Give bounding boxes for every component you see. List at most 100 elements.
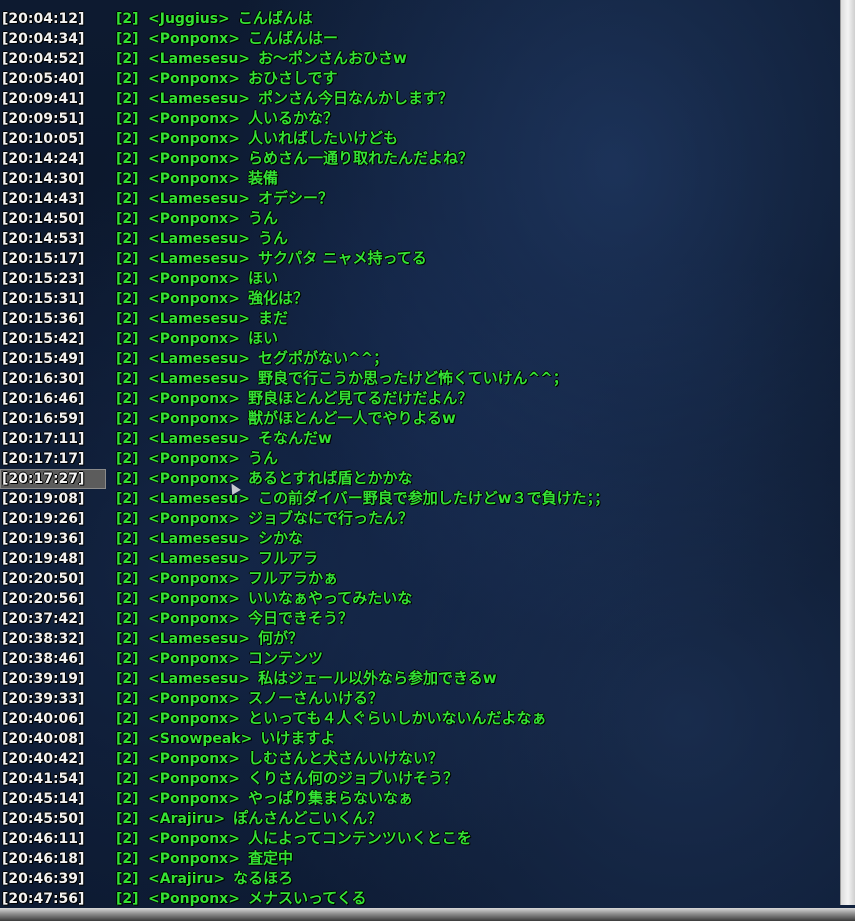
- chat-line[interactable]: [20:17:27] [2] <Ponponx> あるとすれば盾とかかな: [0, 468, 840, 489]
- chat-line[interactable]: [20:04:12] [2] <Juggius> こんばんは: [0, 8, 840, 28]
- chat-channel: [2]: [116, 231, 139, 247]
- chat-message: いいなぁやってみたいな: [247, 589, 413, 607]
- chat-line[interactable]: [20:38:46] [2] <Ponponx> コンテンツ: [0, 648, 840, 668]
- chat-timestamp: [20:20:50]: [2, 571, 85, 587]
- chat-line[interactable]: [20:14:53] [2] <Lamesesu> うん: [0, 228, 840, 248]
- chat-line[interactable]: [20:17:11] [2] <Lamesesu> そなんだw: [0, 428, 840, 448]
- chat-message: あるとすれば盾とかかな: [247, 469, 413, 487]
- chat-line[interactable]: [20:15:42] [2] <Ponponx> ほい: [0, 328, 840, 348]
- chat-line[interactable]: [20:05:40] [2] <Ponponx> おひさしです: [0, 68, 840, 88]
- chat-line[interactable]: [20:15:31] [2] <Ponponx> 強化は？: [0, 288, 840, 308]
- chat-line[interactable]: [20:37:42] [2] <Ponponx> 今日できそう？: [0, 608, 840, 628]
- chat-message: うん: [247, 209, 278, 227]
- chat-message: ほい: [247, 269, 278, 287]
- chat-line[interactable]: [20:46:39] [2] <Arajiru> なるほろ: [0, 868, 840, 888]
- chat-message: ポンさん今日なんかします？: [258, 89, 454, 107]
- chat-line[interactable]: [20:15:17] [2] <Lamesesu> サクパタ ニャメ持ってる: [0, 248, 840, 268]
- chat-message: いけますよ: [260, 729, 336, 747]
- chat-speaker: <Lamesesu>: [148, 431, 251, 447]
- chat-channel: [2]: [116, 811, 139, 827]
- chat-timestamp: [20:15:31]: [2, 291, 85, 307]
- chat-channel: [2]: [116, 451, 139, 467]
- chat-line[interactable]: [20:19:48] [2] <Lamesesu> フルアラ: [0, 548, 840, 568]
- chat-line[interactable]: [20:20:56] [2] <Ponponx> いいなぁやってみたいな: [0, 588, 840, 608]
- chat-channel: [2]: [116, 751, 139, 767]
- chat-line[interactable]: [20:04:52] [2] <Lamesesu> お～ポンさんおひさw: [0, 48, 840, 68]
- chat-line[interactable]: [20:19:26] [2] <Ponponx> ジョブなにで行ったん？: [0, 508, 840, 528]
- chat-line[interactable]: [20:14:24] [2] <Ponponx> らめさん一通り取れたんだよね？: [0, 148, 840, 168]
- chat-speaker: <Ponponx>: [148, 591, 240, 607]
- chat-channel: [2]: [116, 591, 139, 607]
- chat-speaker: <Ponponx>: [148, 651, 240, 667]
- chat-line[interactable]: [20:14:43] [2] <Lamesesu> オデシー？: [0, 188, 840, 208]
- chat-timestamp: [20:10:05]: [2, 131, 85, 147]
- chat-line[interactable]: [20:20:50] [2] <Ponponx> フルアラかぁ: [0, 568, 840, 588]
- chat-line[interactable]: [20:14:30] [2] <Ponponx> 装備: [0, 168, 840, 188]
- chat-line[interactable]: [20:46:18] [2] <Ponponx> 査定中: [0, 848, 840, 868]
- chat-channel: [2]: [116, 91, 139, 107]
- chat-timestamp: [20:16:59]: [2, 411, 85, 427]
- chat-speaker: <Ponponx>: [148, 411, 240, 427]
- chat-timestamp: [20:16:30]: [2, 371, 85, 387]
- chat-line[interactable]: [20:09:51] [2] <Ponponx> 人いるかな？: [0, 108, 840, 128]
- chat-line[interactable]: [20:19:08] [2] <Lamesesu> この前ダイバー野良で参加したけどw…: [0, 488, 840, 508]
- chat-line[interactable]: [20:16:46] [2] <Ponponx> 野良ほとんど見てるだけだよん？: [0, 388, 840, 408]
- chat-line[interactable]: [20:40:08] [2] <Snowpeak> いけますよ: [0, 728, 840, 748]
- chat-channel: [2]: [116, 511, 139, 527]
- chat-log[interactable]: [20:04:12] [2] <Juggius> こんばんは [20:04:34] [2]…: [0, 8, 840, 910]
- chat-speaker: <Ponponx>: [148, 611, 240, 627]
- chat-line[interactable]: [20:14:50] [2] <Ponponx> うん: [0, 208, 840, 228]
- chat-channel: [2]: [116, 391, 139, 407]
- chat-timestamp: [20:09:51]: [2, 111, 85, 127]
- chat-line[interactable]: [20:15:23] [2] <Ponponx> ほい: [0, 268, 840, 288]
- chat-line[interactable]: [20:10:05] [2] <Ponponx> 人いればしたいけども: [0, 128, 840, 148]
- chat-message: まだ: [258, 309, 289, 327]
- chat-timestamp: [20:38:32]: [2, 631, 85, 647]
- chat-message: なるほろ: [233, 869, 294, 887]
- chat-channel: [2]: [116, 31, 139, 47]
- chat-timestamp: [20:46:11]: [2, 831, 85, 847]
- chat-channel: [2]: [116, 251, 139, 267]
- chat-message: フルアラ: [258, 549, 319, 567]
- chat-scrollbar[interactable]: [840, 0, 855, 905]
- chat-line[interactable]: [20:38:32] [2] <Lamesesu> 何が？: [0, 628, 840, 648]
- chat-line[interactable]: [20:09:41] [2] <Lamesesu> ポンさん今日なんかします？: [0, 88, 840, 108]
- chat-line[interactable]: [20:45:50] [2] <Arajiru> ぽんさんどこいくん？: [0, 808, 840, 828]
- chat-line[interactable]: [20:15:49] [2] <Lamesesu> セグポがない^^；: [0, 348, 840, 368]
- chat-message: お～ポンさんおひさw: [258, 49, 407, 67]
- chat-line[interactable]: [20:17:17] [2] <Ponponx> うん: [0, 448, 840, 468]
- chat-line[interactable]: [20:47:56] [2] <Ponponx> メナスいってくる: [0, 888, 840, 908]
- chat-speaker: <Lamesesu>: [148, 191, 251, 207]
- chat-speaker: <Lamesesu>: [148, 631, 251, 647]
- chat-speaker: <Ponponx>: [148, 851, 240, 867]
- chat-line[interactable]: [20:19:36] [2] <Lamesesu> シかな: [0, 528, 840, 548]
- chat-line[interactable]: [20:41:54] [2] <Ponponx> くりさん何のジョブいけそう？: [0, 768, 840, 788]
- chat-timestamp: [20:39:19]: [2, 671, 85, 687]
- chat-line[interactable]: [20:39:33] [2] <Ponponx> スノーさんいける？: [0, 688, 840, 708]
- chat-message: しむさんと犬さんいけない？: [247, 749, 443, 767]
- chat-channel: [2]: [116, 431, 139, 447]
- chat-line[interactable]: [20:39:19] [2] <Lamesesu> 私はジェール以外なら参加できるw: [0, 668, 840, 688]
- game-chat-window: [20:04:12] [2] <Juggius> こんばんは [20:04:34] [2]…: [0, 0, 855, 921]
- chat-timestamp: [20:15:17]: [2, 251, 85, 267]
- chat-speaker: <Juggius>: [148, 11, 230, 27]
- chat-line[interactable]: [20:45:14] [2] <Ponponx> やっぱり集まらないなぁ: [0, 788, 840, 808]
- chat-message: オデシー？: [258, 189, 334, 207]
- chat-line[interactable]: [20:46:11] [2] <Ponponx> 人によってコンテンツいくとこを: [0, 828, 840, 848]
- chat-line[interactable]: [20:16:30] [2] <Lamesesu> 野良で行こうか思ったけど怖くていけ…: [0, 368, 840, 388]
- chat-channel: [2]: [116, 191, 139, 207]
- chat-channel: [2]: [116, 411, 139, 427]
- chat-line[interactable]: [20:04:34] [2] <Ponponx> こんばんはー: [0, 28, 840, 48]
- chat-line[interactable]: [20:40:06] [2] <Ponponx> といっても４人ぐらいしかいないんだよ…: [0, 708, 840, 728]
- chat-timestamp: [20:15:36]: [2, 311, 85, 327]
- chat-speaker: <Arajiru>: [148, 871, 226, 887]
- chat-channel: [2]: [116, 331, 139, 347]
- chat-line[interactable]: [20:16:59] [2] <Ponponx> 獣がほとんど一人でやりよるw: [0, 408, 840, 428]
- chat-line[interactable]: [20:15:36] [2] <Lamesesu> まだ: [0, 308, 840, 328]
- chat-timestamp: [20:14:30]: [2, 171, 85, 187]
- chat-speaker: <Ponponx>: [148, 571, 240, 587]
- chat-speaker: <Ponponx>: [148, 711, 240, 727]
- window-bottom-frame: [0, 908, 855, 921]
- chat-message: サクパタ ニャメ持ってる: [258, 249, 427, 267]
- chat-line[interactable]: [20:40:42] [2] <Ponponx> しむさんと犬さんいけない？: [0, 748, 840, 768]
